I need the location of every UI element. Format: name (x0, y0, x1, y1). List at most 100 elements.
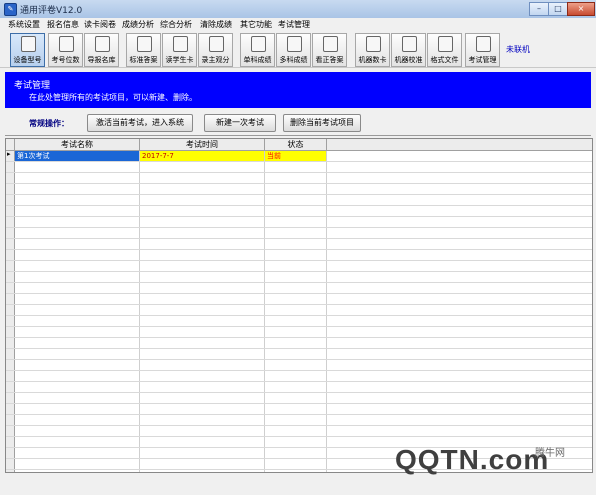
subjective-score-button[interactable]: 录主观分 (198, 33, 233, 67)
table-cell[interactable] (15, 250, 140, 260)
table-cell[interactable] (265, 250, 327, 260)
table-cell[interactable] (15, 338, 140, 348)
table-row-empty[interactable] (6, 206, 592, 217)
table-row-empty[interactable] (6, 261, 592, 272)
table-cell[interactable] (15, 294, 140, 304)
table-cell[interactable] (15, 173, 140, 183)
table-cell[interactable] (265, 415, 327, 425)
table-row-empty[interactable] (6, 404, 592, 415)
device-model-button[interactable]: 设备型号 (10, 33, 45, 67)
menu-comprehensive-analysis[interactable]: 综合分析 (160, 19, 192, 30)
table-cell[interactable] (140, 239, 265, 249)
table-row-empty[interactable] (6, 360, 592, 371)
table-cell[interactable] (140, 228, 265, 238)
table-cell[interactable] (140, 349, 265, 359)
view-answer-button[interactable]: 看正答案 (312, 33, 347, 67)
answer-key-button[interactable]: 标准答案 (126, 33, 161, 67)
table-cell[interactable] (265, 283, 327, 293)
table-cell[interactable] (140, 415, 265, 425)
table-cell[interactable] (15, 459, 140, 469)
table-row-empty[interactable] (6, 393, 592, 404)
table-cell[interactable] (15, 448, 140, 458)
single-subject-score-button[interactable]: 单科成绩 (240, 33, 275, 67)
table-cell[interactable] (265, 316, 327, 326)
table-cell[interactable] (265, 448, 327, 458)
table-cell[interactable] (140, 371, 265, 381)
table-cell[interactable] (15, 393, 140, 403)
table-row-empty[interactable] (6, 415, 592, 426)
table-cell[interactable] (15, 217, 140, 227)
table-row-empty[interactable] (6, 327, 592, 338)
table-row-empty[interactable] (6, 305, 592, 316)
table-row-empty[interactable] (6, 250, 592, 261)
table-cell[interactable] (15, 349, 140, 359)
table-cell[interactable] (140, 294, 265, 304)
exam-management-button[interactable]: 考试管理 (465, 33, 500, 67)
column-header-name[interactable]: 考试名称 (15, 139, 140, 151)
table-cell[interactable] (265, 382, 327, 392)
table-cell[interactable] (140, 283, 265, 293)
table-cell[interactable] (265, 459, 327, 469)
table-cell[interactable] (140, 382, 265, 392)
table-row-empty[interactable] (6, 162, 592, 173)
menu-score-analysis[interactable]: 成绩分析 (122, 19, 154, 30)
table-cell[interactable] (265, 426, 327, 436)
table-cell[interactable] (15, 272, 140, 282)
table-cell[interactable] (15, 470, 140, 472)
table-cell[interactable] (140, 393, 265, 403)
table-row-empty[interactable] (6, 338, 592, 349)
table-cell[interactable] (265, 184, 327, 194)
table-cell[interactable] (265, 217, 327, 227)
read-student-card-button[interactable]: 读学生卡 (162, 33, 197, 67)
table-cell[interactable] (265, 173, 327, 183)
menu-other-functions[interactable]: 其它功能 (240, 19, 272, 30)
table-row-empty[interactable] (6, 195, 592, 206)
column-header-date[interactable]: 考试时间 (140, 139, 265, 151)
cell-exam-date[interactable]: 2017-7-7 (140, 151, 265, 161)
table-cell[interactable] (265, 393, 327, 403)
table-cell[interactable] (15, 327, 140, 337)
menu-clear-scores[interactable]: 清除成绩 (200, 19, 232, 30)
table-cell[interactable] (15, 206, 140, 216)
multi-subject-score-button[interactable]: 多科成绩 (276, 33, 311, 67)
table-cell[interactable] (140, 360, 265, 370)
new-exam-button[interactable]: 新建一次考试 (204, 114, 276, 132)
table-cell[interactable] (15, 184, 140, 194)
table-row-empty[interactable] (6, 294, 592, 305)
table-row-empty[interactable] (6, 228, 592, 239)
table-cell[interactable] (15, 195, 140, 205)
table-cell[interactable] (15, 404, 140, 414)
machine-count-button[interactable]: 机器数卡 (355, 33, 390, 67)
table-cell[interactable] (140, 459, 265, 469)
table-cell[interactable] (140, 195, 265, 205)
cell-exam-status[interactable]: 当前 (265, 151, 327, 161)
format-file-button[interactable]: 格式文件 (427, 33, 462, 67)
table-cell[interactable] (265, 239, 327, 249)
table-cell[interactable] (140, 426, 265, 436)
table-row-empty[interactable] (6, 173, 592, 184)
table-cell[interactable] (15, 360, 140, 370)
table-row-empty[interactable] (6, 426, 592, 437)
table-row-empty[interactable] (6, 184, 592, 195)
table-row-empty[interactable] (6, 382, 592, 393)
table-cell[interactable] (15, 382, 140, 392)
table-cell[interactable] (265, 437, 327, 447)
table-cell[interactable] (140, 470, 265, 472)
table-cell[interactable] (265, 371, 327, 381)
menu-system-settings[interactable]: 系统设置 (8, 19, 40, 30)
table-cell[interactable] (265, 470, 327, 472)
table-cell[interactable] (265, 272, 327, 282)
id-digits-button[interactable]: 考号位数 (48, 33, 83, 67)
table-cell[interactable] (15, 261, 140, 271)
table-row-empty[interactable] (6, 349, 592, 360)
table-row-empty[interactable] (6, 239, 592, 250)
table-cell[interactable] (15, 371, 140, 381)
table-cell[interactable] (265, 404, 327, 414)
table-row[interactable]: ▸ 第1次考试 2017-7-7 当前 (6, 150, 592, 162)
exam-table[interactable]: 考试名称 考试时间 状态 ▸ 第1次考试 2017-7-7 当前 (5, 138, 593, 473)
menu-exam-management[interactable]: 考试管理 (278, 19, 310, 30)
table-cell[interactable] (15, 162, 140, 172)
close-button[interactable]: × (567, 2, 595, 16)
table-cell[interactable] (15, 239, 140, 249)
table-cell[interactable] (265, 360, 327, 370)
